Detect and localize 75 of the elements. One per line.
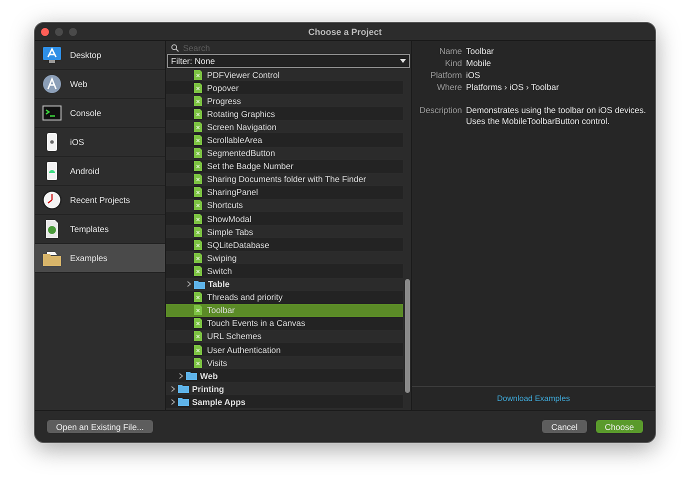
- document-icon: [194, 358, 202, 368]
- cancel-button[interactable]: Cancel: [542, 420, 587, 433]
- document-icon: [194, 240, 202, 250]
- scrollbar-thumb[interactable]: [405, 279, 410, 393]
- example-row[interactable]: SegmentedButton: [166, 146, 403, 160]
- document-icon: [194, 226, 202, 237]
- sidebar-item[interactable]: iOS: [35, 128, 165, 157]
- example-row[interactable]: Swiping: [166, 251, 403, 264]
- document-icon: [194, 122, 202, 132]
- document-icon: [194, 266, 202, 276]
- field-value: Mobile: [466, 58, 492, 69]
- document-icon: [194, 305, 202, 316]
- document-icon: [194, 318, 202, 328]
- example-row[interactable]: User Authentication: [166, 342, 403, 356]
- filter-dropdown[interactable]: Filter: None: [167, 54, 410, 68]
- document-icon: [194, 148, 202, 158]
- example-row[interactable]: SharingPanel: [166, 186, 403, 199]
- sidebar-item[interactable]: Recent Projects: [35, 186, 165, 215]
- document-icon: [194, 200, 202, 210]
- dropdown-arrow-icon: [400, 59, 406, 63]
- example-row[interactable]: ScrollableArea: [166, 133, 403, 147]
- platform-icon: [42, 103, 62, 123]
- field-label: Description: [418, 105, 462, 117]
- sidebar-item[interactable]: Console: [35, 99, 165, 128]
- document-icon: [194, 292, 202, 302]
- example-row[interactable]: Threads and priority: [166, 290, 403, 304]
- sidebar-item[interactable]: Web: [35, 70, 165, 99]
- field-label: Name: [438, 46, 462, 57]
- download-examples-link[interactable]: Download Examples: [497, 394, 570, 403]
- document-icon: [194, 187, 202, 198]
- example-row[interactable]: Switch: [166, 264, 403, 278]
- example-row[interactable]: SQLiteDatabase: [166, 238, 403, 252]
- folder-row[interactable]: Web: [166, 369, 403, 382]
- platform-icon: [42, 190, 62, 210]
- document-icon: [194, 331, 202, 342]
- example-row[interactable]: ShowModal: [166, 212, 403, 226]
- open-file-button[interactable]: Open an Existing File...: [47, 420, 153, 433]
- document-icon: [194, 214, 202, 224]
- platform-icon: [42, 45, 62, 65]
- document-icon: [194, 344, 202, 355]
- example-row[interactable]: Rotating Graphics: [166, 107, 403, 120]
- example-row[interactable]: Progress: [166, 94, 403, 108]
- sidebar-item[interactable]: Examples: [35, 244, 165, 273]
- chevron-right-icon[interactable]: [186, 281, 192, 288]
- chevron-right-icon[interactable]: [178, 372, 184, 379]
- field-value: Platforms › iOS › Toolbar: [466, 82, 560, 93]
- folder-row[interactable]: Table: [166, 278, 403, 291]
- description-text: Demonstrates using the toolbar on iOS devices. Uses the MobileToolbarButton control.: [466, 105, 648, 127]
- field-label: Kind: [444, 58, 462, 69]
- chevron-right-icon[interactable]: [170, 398, 176, 405]
- example-row[interactable]: Screen Navigation: [166, 120, 403, 134]
- folder-row[interactable]: Printing: [166, 382, 403, 396]
- example-row[interactable]: Set the Badge Number: [166, 160, 403, 173]
- document-icon: [194, 135, 202, 146]
- field-value: iOS: [466, 70, 482, 81]
- window-title: Choose a Project: [307, 26, 383, 36]
- sidebar-item[interactable]: Desktop: [35, 41, 165, 70]
- document-icon: [194, 96, 202, 106]
- field-value: Toolbar: [466, 46, 495, 57]
- document-icon: [194, 161, 202, 172]
- document-icon: [194, 252, 202, 263]
- document-icon: [194, 70, 202, 80]
- search-icon: [171, 44, 179, 52]
- platform-icon: [42, 74, 62, 94]
- example-row[interactable]: Touch Events in a Canvas: [166, 316, 403, 330]
- example-row[interactable]: Popover: [166, 81, 403, 94]
- document-icon: [194, 108, 202, 119]
- field-label: Platform: [429, 70, 462, 81]
- field-label: Where: [436, 82, 462, 93]
- document-icon: [194, 82, 202, 93]
- sidebar-item[interactable]: Android: [35, 157, 165, 186]
- folder-row[interactable]: Sample Apps: [166, 395, 403, 408]
- chevron-right-icon[interactable]: [170, 386, 176, 392]
- document-icon: [194, 174, 202, 184]
- close-icon[interactable]: [41, 28, 49, 36]
